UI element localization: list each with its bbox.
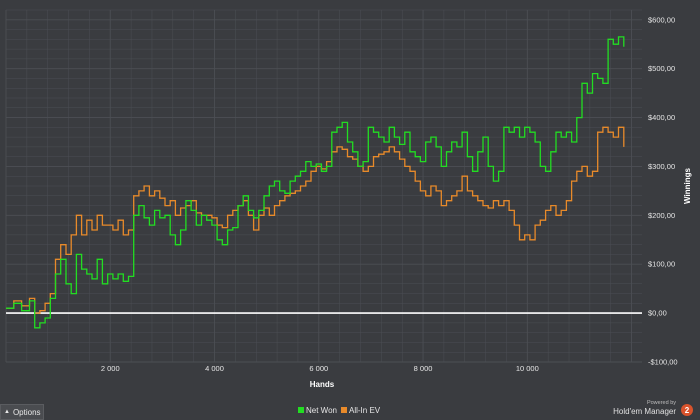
- legend-swatch-net-won: [298, 407, 304, 413]
- legend-label-net-won: Net Won: [306, 406, 337, 415]
- caret-up-icon: ▲: [4, 409, 10, 415]
- x-axis-title: Hands: [310, 380, 335, 389]
- powered-by-text: Powered by: [647, 400, 676, 406]
- y-tick-label: $300,00: [648, 162, 675, 171]
- y-axis-title: Winnings: [683, 167, 692, 203]
- legend: Net Won All-In EV: [298, 406, 381, 415]
- y-tick-label: $600,00: [648, 15, 675, 24]
- y-tick-label: $500,00: [648, 64, 675, 73]
- x-tick-label: 10 000: [516, 364, 539, 373]
- x-axis-ticks: 2 000 4 000 6 000 8 000 10 000: [101, 364, 539, 373]
- x-tick-label: 6 000: [309, 364, 328, 373]
- branding: Powered by Hold'em Manager 2: [613, 400, 693, 416]
- y-tick-label: $200,00: [648, 211, 675, 220]
- x-tick-label: 8 000: [414, 364, 433, 373]
- legend-swatch-all-in-ev: [341, 407, 347, 413]
- product-name: Hold'em Manager: [613, 407, 676, 416]
- x-tick-label: 4 000: [205, 364, 224, 373]
- winnings-chart: -$100,00 $0,00 $100,00 $200,00 $300,00 $400,0…: [5, 9, 693, 416]
- options-button[interactable]: ▲ Options: [0, 404, 44, 420]
- y-tick-label: $0,00: [648, 309, 667, 318]
- y-tick-label: $400,00: [648, 113, 675, 122]
- options-label: Options: [12, 407, 41, 417]
- version-badge: 2: [685, 406, 690, 415]
- legend-label-all-in-ev: All-In EV: [349, 406, 381, 415]
- x-tick-label: 2 000: [101, 364, 120, 373]
- y-tick-label: -$100,00: [648, 358, 678, 367]
- y-axis-ticks: -$100,00 $0,00 $100,00 $200,00 $300,00 $400,0…: [648, 15, 678, 366]
- y-tick-label: $100,00: [648, 260, 675, 269]
